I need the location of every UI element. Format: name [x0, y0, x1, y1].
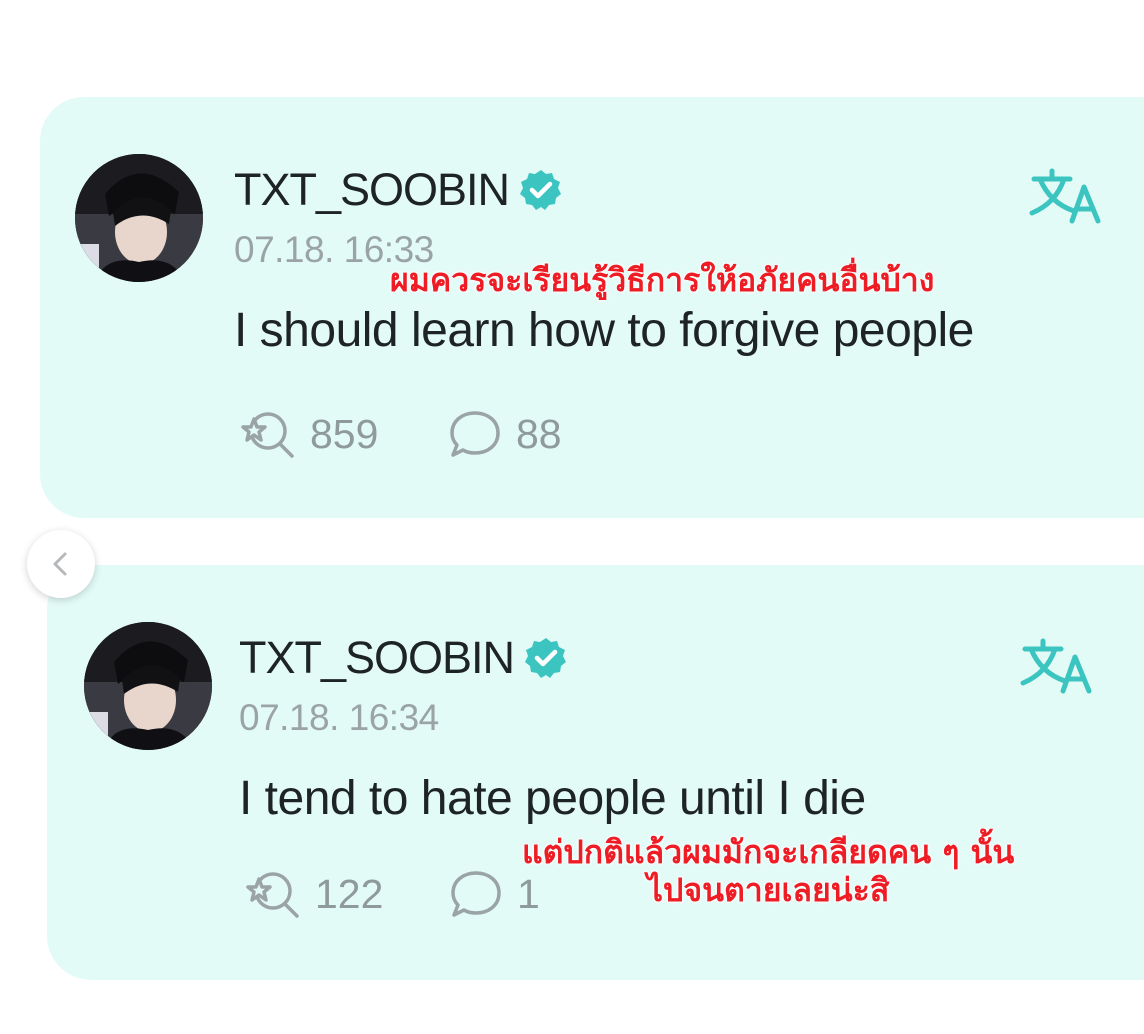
message-text: I tend to hate people until I die — [239, 772, 866, 825]
reaction-icon — [246, 872, 299, 918]
caption-line: แต่ปกติแล้วผมมักจะเกลียดคน ๆ นั้น — [522, 833, 1015, 871]
verified-badge-icon — [519, 168, 563, 212]
comment-bubble-icon — [451, 871, 501, 917]
username[interactable]: TXT_SOOBIN — [239, 635, 568, 680]
post-card[interactable]: TXT_SOOBIN 07.18. 16:33 I should learn h… — [40, 97, 1144, 518]
avatar[interactable] — [84, 622, 212, 750]
reaction-count[interactable]: 859 — [236, 409, 378, 459]
comment-count-value: 88 — [516, 410, 562, 457]
reaction-count[interactable]: 122 — [241, 869, 383, 919]
reaction-count-value: 122 — [315, 870, 384, 917]
username[interactable]: TXT_SOOBIN — [234, 167, 563, 212]
translation-caption: ผมควรจะเรียนรู้วิธีการให้อภัยคนอื่นบ้าง — [390, 261, 935, 300]
caption-line: ผมควรจะเรียนรู้วิธีการให้อภัยคนอื่นบ้าง — [390, 261, 935, 299]
comment-bubble-icon — [450, 411, 500, 457]
reaction-icon — [241, 412, 294, 458]
translation-caption: แต่ปกติแล้วผมมักจะเกลียดคน ๆ นั้น ไปจนตา… — [522, 833, 1015, 910]
post-card[interactable]: TXT_SOOBIN 07.18. 16:34 I tend to hate p… — [47, 565, 1144, 980]
avatar[interactable] — [75, 154, 203, 282]
comment-count[interactable]: 88 — [448, 409, 562, 459]
previous-button[interactable] — [27, 530, 95, 598]
username-text: TXT_SOOBIN — [239, 632, 515, 683]
caption-line: ไปจนตายเลยน่ะสิ — [646, 870, 890, 909]
chevron-left-icon — [53, 552, 67, 576]
page: TXT_SOOBIN 07.18. 16:33 I should learn h… — [0, 0, 1144, 1034]
translate-icon[interactable] — [1019, 635, 1095, 697]
translate-icon[interactable] — [1028, 165, 1104, 227]
message-text: I should learn how to forgive people — [234, 304, 974, 357]
verified-badge-icon — [524, 636, 568, 680]
username-text: TXT_SOOBIN — [234, 164, 510, 215]
timestamp: 07.18. 16:34 — [239, 697, 439, 738]
reaction-count-value: 859 — [310, 410, 379, 457]
